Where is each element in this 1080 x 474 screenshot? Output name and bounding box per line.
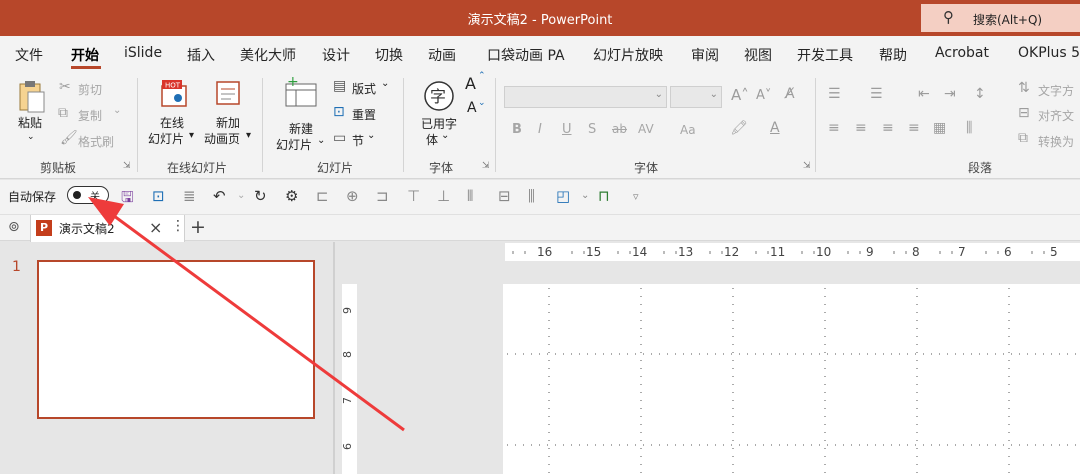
powerpoint-window: 演示文稿2 - PowerPoint ⚲ 搜索(Alt+Q) 文件 开始 iSl… (0, 0, 1080, 474)
annotation-arrow (88, 197, 405, 432)
